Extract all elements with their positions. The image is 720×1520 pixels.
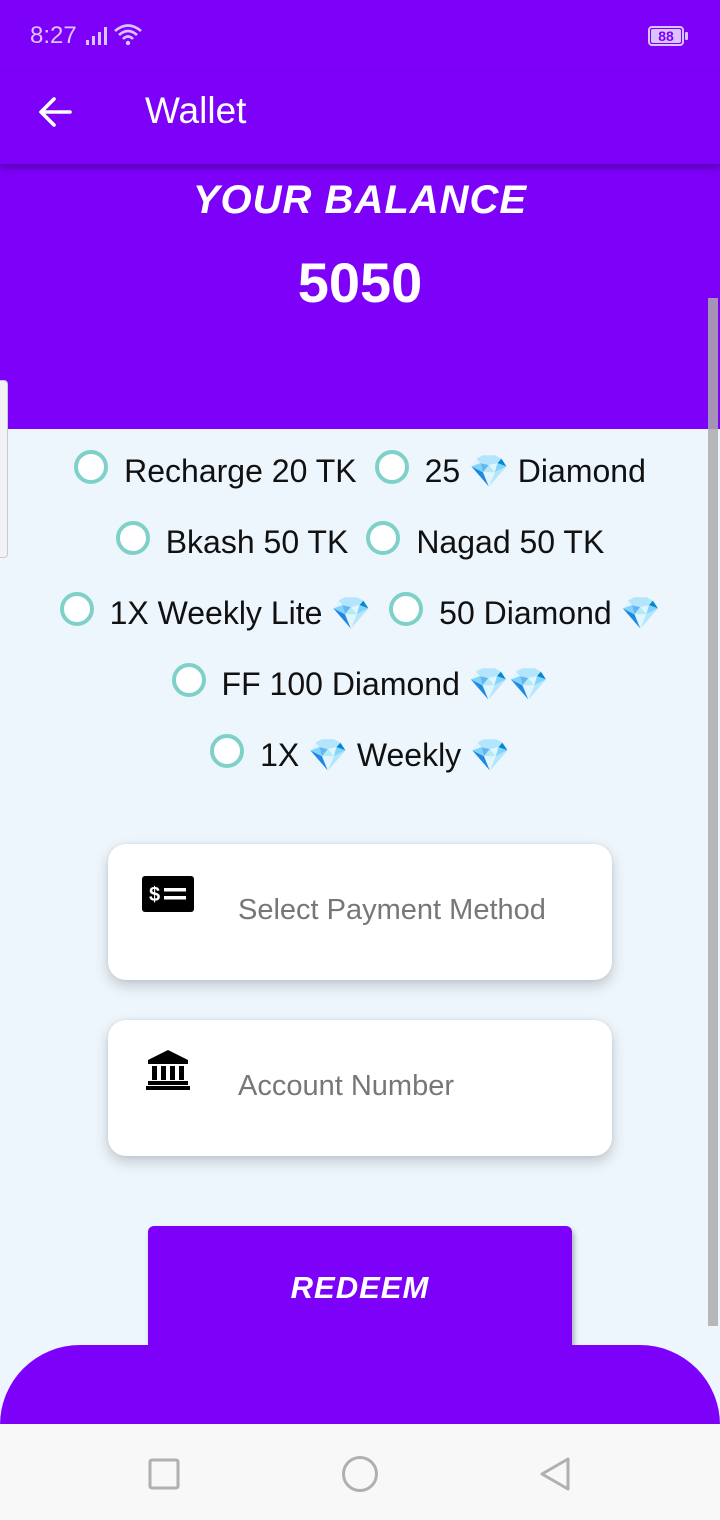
option-recharge-20[interactable]: Recharge 20 TK xyxy=(74,440,357,502)
radio-button[interactable] xyxy=(366,521,401,555)
status-time: 8:27 xyxy=(30,22,77,49)
radio-button[interactable] xyxy=(171,663,206,697)
option-label: 50 Diamond 💎 xyxy=(439,595,661,631)
arrow-left-icon[interactable] xyxy=(30,86,82,138)
bank-icon xyxy=(146,1050,190,1090)
app-bar: Wallet xyxy=(0,72,720,164)
status-bar: 8:27 88 xyxy=(0,0,720,72)
wifi-icon xyxy=(114,24,142,46)
option-label: Recharge 20 TK xyxy=(124,453,357,489)
radio-button[interactable] xyxy=(210,734,245,768)
redeem-label: REDEEM xyxy=(290,1270,430,1305)
payment-method-placeholder: Select Payment Method xyxy=(238,894,546,926)
page-title: Wallet xyxy=(145,90,247,131)
back-icon[interactable] xyxy=(534,1452,578,1496)
signal-icon xyxy=(86,27,107,45)
option-label: 25 💎 Diamond xyxy=(424,453,646,489)
radio-button[interactable] xyxy=(115,521,150,555)
option-label: Nagad 50 TK xyxy=(416,524,605,560)
option-50-diamond[interactable]: 50 Diamond 💎 xyxy=(389,582,660,644)
radio-button[interactable] xyxy=(59,592,94,626)
option-bkash-50[interactable]: Bkash 50 TK xyxy=(115,511,349,573)
account-number-placeholder: Account Number xyxy=(238,1070,454,1102)
battery-level: 88 xyxy=(658,28,674,44)
option-25-diamond[interactable]: 25 💎 Diamond xyxy=(374,440,646,502)
money-bill-icon: $ xyxy=(142,876,194,912)
payment-method-select[interactable]: $ Select Payment Method xyxy=(108,844,612,980)
radio-button[interactable] xyxy=(389,592,424,626)
option-label: 1X 💎 Weekly 💎 xyxy=(260,737,510,773)
balance-label: YOUR BALANCE xyxy=(192,178,528,222)
bottom-decoration xyxy=(0,1345,720,1425)
option-label: Bkash 50 TK xyxy=(165,524,349,560)
option-nagad-50[interactable]: Nagad 50 TK xyxy=(366,511,604,573)
balance-value: 5050 xyxy=(297,251,423,314)
system-nav-bar xyxy=(0,1424,720,1520)
battery-icon: 88 xyxy=(648,26,684,46)
balance-panel: YOUR BALANCE 5050 xyxy=(0,164,720,429)
option-label: FF 100 Diamond 💎💎 xyxy=(221,666,549,702)
svg-text:$: $ xyxy=(149,884,160,906)
redeem-button[interactable]: REDEEM xyxy=(148,1226,572,1356)
option-label: 1X Weekly Lite 💎 xyxy=(109,595,372,631)
home-icon[interactable] xyxy=(338,1452,382,1496)
radio-button[interactable] xyxy=(74,450,109,484)
option-ff-100-diamond[interactable]: FF 100 Diamond 💎💎 xyxy=(171,653,549,715)
radio-button[interactable] xyxy=(374,450,409,484)
option-weekly[interactable]: 1X 💎 Weekly 💎 xyxy=(210,724,510,786)
recent-apps-icon[interactable] xyxy=(142,1452,186,1496)
account-number-field[interactable]: Account Number xyxy=(108,1020,612,1156)
option-weekly-lite[interactable]: 1X Weekly Lite 💎 xyxy=(59,582,372,644)
